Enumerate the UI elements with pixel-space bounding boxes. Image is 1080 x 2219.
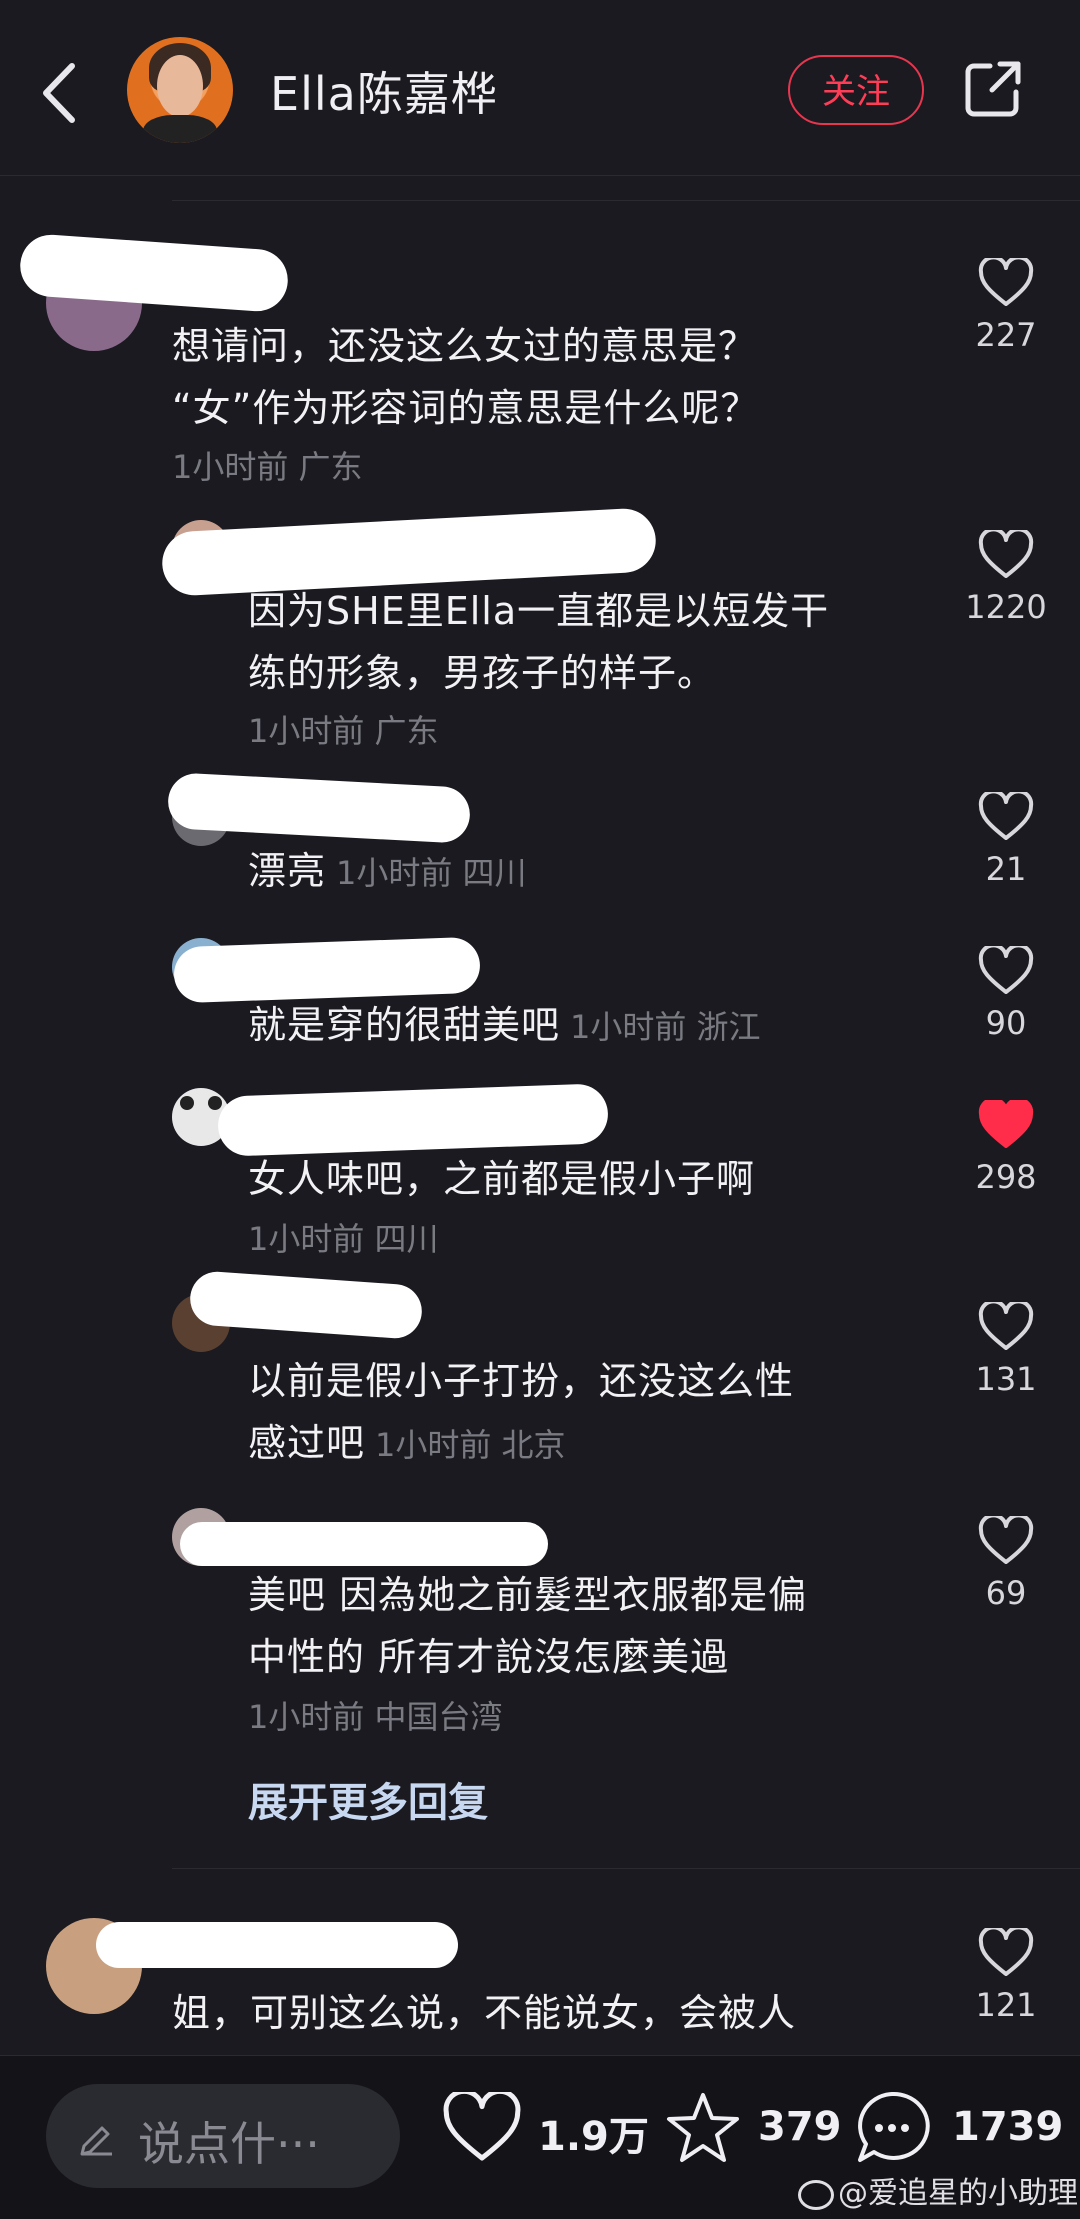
heart-icon[interactable] <box>978 792 1034 842</box>
comment-bubble-icon[interactable] <box>852 2088 932 2168</box>
comment-meta: 1小时前 四川 <box>336 854 527 892</box>
heart-icon[interactable] <box>978 1100 1034 1150</box>
comment-meta: 1小时前 广东 <box>172 448 363 486</box>
comment-meta: 1小时前 广东 <box>248 712 439 750</box>
comment-text: 漂亮 1小时前 四川 <box>248 849 527 893</box>
like-button[interactable]: 21 <box>946 792 1066 888</box>
like-stat[interactable]: 1.9万 <box>442 2092 652 2172</box>
like-count: 1220 <box>965 588 1047 626</box>
comment-meta: 1小时前 浙江 <box>570 1008 761 1046</box>
like-count: 227 <box>975 316 1037 354</box>
author-name[interactable]: Ella陈嘉桦 <box>270 58 498 124</box>
input-placeholder: 说点什··· <box>138 2117 320 2171</box>
favorite-total: 379 <box>758 2104 842 2150</box>
comment-meta: 1小时前 四川 <box>248 1220 439 1258</box>
divider <box>172 200 1080 201</box>
like-button[interactable]: 131 <box>946 1302 1066 1398</box>
back-icon[interactable] <box>36 58 86 128</box>
redacted-username <box>180 1522 548 1566</box>
comment-text: 因为SHE里Ella一直都是以短发干 练的形象，男孩子的样子。 <box>248 589 830 695</box>
share-icon[interactable] <box>962 58 1024 120</box>
comment-meta: 1小时前 中国台湾 <box>248 1698 503 1736</box>
like-count: 121 <box>975 1986 1037 2024</box>
comment-text: 美吧 因為她之前髮型衣服都是偏 中性的 所有才說沒怎麼美過 <box>248 1573 808 1679</box>
comment-text: 女人味吧，之前都是假小子啊 <box>248 1157 756 1201</box>
comment-text: 以前是假小子打扮，还没这么性 感过吧 1小时前 北京 <box>248 1359 795 1465</box>
heart-icon[interactable] <box>978 1516 1034 1566</box>
heart-icon[interactable] <box>978 1302 1034 1352</box>
like-button[interactable]: 121 <box>946 1928 1066 2024</box>
watermark-text: @爱追星的小助理 <box>838 2176 1078 2211</box>
like-count: 21 <box>985 850 1027 888</box>
like-button[interactable]: 1220 <box>946 530 1066 626</box>
like-count: 298 <box>975 1158 1037 1196</box>
redacted-username <box>96 1922 458 1968</box>
author-avatar[interactable] <box>127 37 233 143</box>
like-button[interactable]: 227 <box>946 258 1066 354</box>
comment-text: 就是穿的很甜美吧 1小时前 浙江 <box>248 1003 761 1047</box>
like-total: 1.9万 <box>538 2114 649 2160</box>
pen-icon <box>80 2126 112 2156</box>
heart-icon[interactable] <box>978 1928 1034 1978</box>
heart-icon[interactable] <box>978 530 1034 580</box>
comment-text: 姐，可别这么说，不能说女，会被人 <box>172 1991 797 2035</box>
comment-total: 1739 <box>952 2104 1064 2150</box>
star-icon[interactable] <box>664 2090 742 2166</box>
weibo-logo-icon <box>798 2179 834 2210</box>
divider <box>172 1868 1080 1869</box>
favorite-stat[interactable]: 379 <box>664 2090 842 2172</box>
expand-more-replies[interactable]: 展开更多回复 <box>248 1770 488 1828</box>
like-count: 69 <box>985 1574 1027 1612</box>
like-button[interactable]: 90 <box>946 946 1066 1042</box>
top-bar: Ella陈嘉桦 关注 <box>0 0 1080 176</box>
heart-icon[interactable] <box>978 258 1034 308</box>
comment-input[interactable]: 说点什··· <box>46 2084 400 2188</box>
like-count: 90 <box>985 1004 1027 1042</box>
redacted-username <box>217 1083 609 1157</box>
heart-icon[interactable] <box>978 946 1034 996</box>
comment-meta: 1小时前 北京 <box>375 1426 566 1464</box>
heart-icon[interactable] <box>442 2092 522 2164</box>
comment-stat[interactable]: 1739 <box>852 2091 1063 2172</box>
like-button[interactable]: 69 <box>946 1516 1066 1612</box>
follow-button[interactable]: 关注 <box>788 55 924 125</box>
comment-text: 想请问，还没这么女过的意思是？ “女”作为形容词的意思是什么呢？ <box>172 324 760 430</box>
like-button[interactable]: 298 <box>946 1100 1066 1196</box>
like-count: 131 <box>975 1360 1037 1398</box>
watermark: @爱追星的小助理 <box>798 2168 1078 2212</box>
